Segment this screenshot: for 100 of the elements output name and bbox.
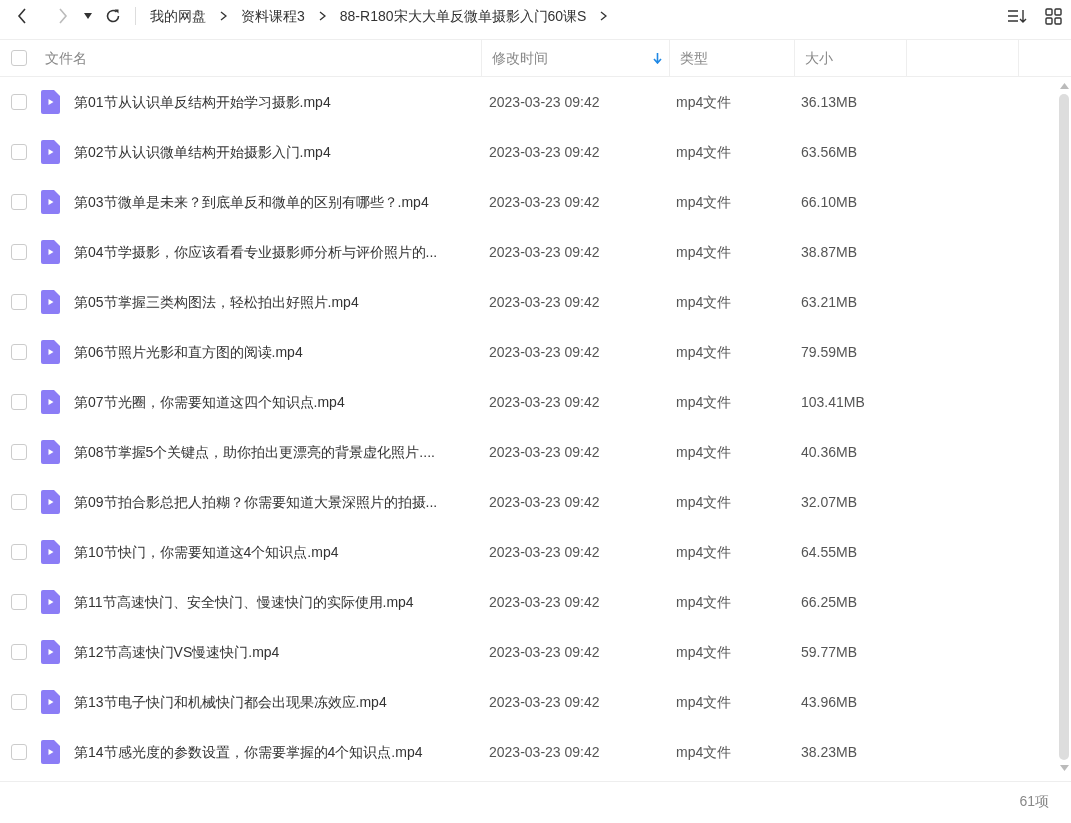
file-type: mp4文件 (675, 692, 733, 712)
modified-time: 2023-03-23 09:42 (488, 92, 601, 112)
row-checkbox[interactable] (11, 394, 27, 410)
file-size: 66.25MB (800, 592, 859, 612)
file-size: 36.13MB (800, 92, 859, 112)
modified-time: 2023-03-23 09:42 (488, 242, 601, 262)
caret-icon[interactable] (84, 13, 92, 19)
file-size: 32.07MB (800, 492, 859, 512)
video-file-icon (41, 440, 60, 464)
file-type: mp4文件 (675, 542, 733, 562)
row-checkbox[interactable] (11, 494, 27, 510)
row-checkbox[interactable] (11, 544, 27, 560)
file-name[interactable]: 第08节掌握5个关键点，助你拍出更漂亮的背景虚化照片.... (74, 441, 478, 463)
modified-time: 2023-03-23 09:42 (488, 442, 601, 462)
modified-time: 2023-03-23 09:42 (488, 142, 601, 162)
row-checkbox[interactable] (11, 244, 27, 260)
breadcrumb-link[interactable]: 资料课程3 (241, 5, 305, 27)
file-name[interactable]: 第14节感光度的参数设置，你需要掌握的4个知识点.mp4 (74, 741, 478, 763)
row-checkbox[interactable] (11, 144, 27, 160)
forward-icon[interactable] (58, 8, 68, 24)
file-name[interactable]: 第10节快门，你需要知道这4个知识点.mp4 (74, 541, 478, 563)
file-size: 59.77MB (800, 642, 859, 662)
file-type: mp4文件 (675, 742, 733, 762)
modified-time: 2023-03-23 09:42 (488, 592, 601, 612)
video-file-icon (41, 190, 60, 214)
file-size: 64.55MB (800, 542, 859, 562)
video-file-icon (41, 90, 60, 114)
column-header[interactable]: 大小 (805, 47, 833, 69)
breadcrumb-link[interactable]: 我的网盘 (150, 5, 206, 27)
modified-time: 2023-03-23 09:42 (488, 742, 601, 762)
file-type: mp4文件 (675, 292, 733, 312)
video-file-icon (41, 590, 60, 614)
file-name[interactable]: 第07节光圈，你需要知道这四个知识点.mp4 (74, 391, 478, 413)
modified-time: 2023-03-23 09:42 (488, 342, 601, 362)
back-icon[interactable] (17, 8, 27, 24)
file-name[interactable]: 第01节从认识单反结构开始学习摄影.mp4 (74, 91, 478, 113)
video-file-icon (41, 390, 60, 414)
file-name[interactable]: 第12节高速快门VS慢速快门.mp4 (74, 641, 478, 663)
chevron-icon (318, 11, 326, 21)
modified-time: 2023-03-23 09:42 (488, 692, 601, 712)
video-file-icon (41, 490, 60, 514)
file-size: 38.23MB (800, 742, 859, 762)
sort-arrow-icon[interactable] (653, 52, 662, 64)
modified-time: 2023-03-23 09:42 (488, 492, 601, 512)
grid-view-icon[interactable] (1042, 5, 1064, 27)
file-name[interactable]: 第03节微单是未来？到底单反和微单的区别有哪些？.mp4 (74, 191, 478, 213)
file-size: 63.56MB (800, 142, 859, 162)
file-type: mp4文件 (675, 442, 733, 462)
row-checkbox[interactable] (11, 694, 27, 710)
column-header[interactable]: 类型 (680, 47, 708, 69)
video-file-icon (41, 740, 60, 764)
file-type: mp4文件 (675, 642, 733, 662)
video-file-icon (41, 140, 60, 164)
scroll-down-icon[interactable] (1059, 765, 1069, 771)
file-type: mp4文件 (675, 592, 733, 612)
video-file-icon (41, 540, 60, 564)
file-type: mp4文件 (675, 392, 733, 412)
column-header[interactable]: 修改时间 (492, 47, 548, 69)
file-type: mp4文件 (675, 92, 733, 112)
file-size: 43.96MB (800, 692, 859, 712)
file-name[interactable]: 第02节从认识微单结构开始摄影入门.mp4 (74, 141, 478, 163)
select-all-checkbox[interactable] (11, 50, 27, 66)
row-checkbox[interactable] (11, 594, 27, 610)
file-type: mp4文件 (675, 192, 733, 212)
refresh-icon[interactable] (105, 8, 121, 24)
video-file-icon (41, 640, 60, 664)
breadcrumb-link[interactable]: 88-R180宋大大单反微单摄影入门60课S (339, 5, 587, 27)
row-checkbox[interactable] (11, 294, 27, 310)
file-name[interactable]: 第13节电子快门和机械快门都会出现果冻效应.mp4 (74, 691, 478, 713)
column-header[interactable]: 文件名 (41, 47, 87, 69)
file-type: mp4文件 (675, 142, 733, 162)
file-name[interactable]: 第04节学摄影，你应该看看专业摄影师分析与评价照片的... (74, 241, 478, 263)
scrollbar-thumb[interactable] (1059, 94, 1069, 760)
file-name[interactable]: 第06节照片光影和直方图的阅读.mp4 (74, 341, 478, 363)
row-checkbox[interactable] (11, 194, 27, 210)
row-checkbox[interactable] (11, 644, 27, 660)
modified-time: 2023-03-23 09:42 (488, 292, 601, 312)
chevron-icon (600, 11, 608, 21)
file-size: 63.21MB (800, 292, 859, 312)
file-name[interactable]: 第05节掌握三类构图法，轻松拍出好照片.mp4 (74, 291, 478, 313)
row-checkbox[interactable] (11, 344, 27, 360)
file-name[interactable]: 第11节高速快门、安全快门、慢速快门的实际使用.mp4 (74, 591, 478, 613)
file-name[interactable]: 第09节拍合影总把人拍糊？你需要知道大景深照片的拍摄... (74, 491, 478, 513)
modified-time: 2023-03-23 09:42 (488, 542, 601, 562)
row-checkbox[interactable] (11, 744, 27, 760)
modified-time: 2023-03-23 09:42 (488, 392, 601, 412)
file-type: mp4文件 (675, 342, 733, 362)
row-checkbox[interactable] (11, 444, 27, 460)
modified-time: 2023-03-23 09:42 (488, 192, 601, 212)
video-file-icon (41, 240, 60, 264)
row-checkbox[interactable] (11, 94, 27, 110)
file-type: mp4文件 (675, 242, 733, 262)
chevron-icon (220, 11, 227, 21)
file-size: 79.59MB (800, 342, 859, 362)
video-file-icon (41, 690, 60, 714)
file-size: 40.36MB (800, 442, 859, 462)
video-file-icon (41, 290, 60, 314)
video-file-icon (41, 340, 60, 364)
item-count: 61项 (1019, 792, 1049, 811)
scroll-up-icon[interactable] (1059, 83, 1069, 89)
